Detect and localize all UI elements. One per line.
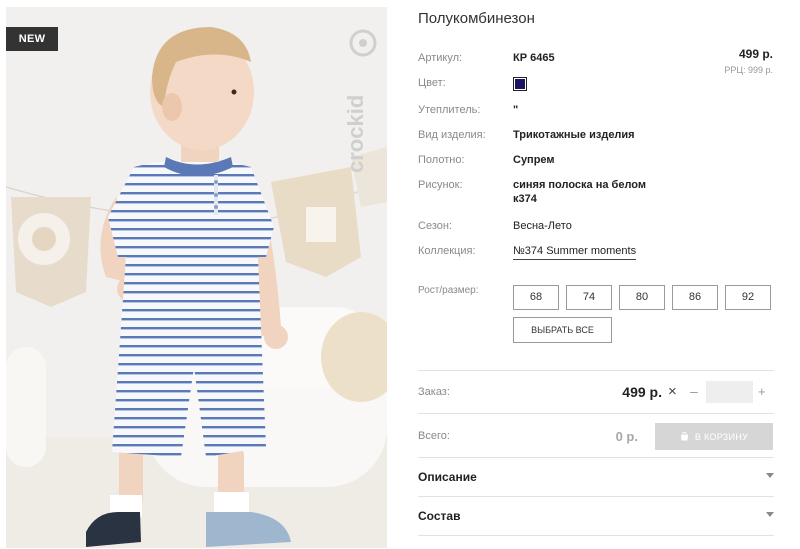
quantity-increase-button[interactable]: + [758, 384, 766, 399]
multiply-icon: × [668, 383, 677, 400]
insulation-label: Утеплитель: [418, 104, 481, 116]
recommended-retail-price: РРЦ: 999 р. [724, 65, 773, 75]
product-type-value: Трикотажные изделия [513, 129, 635, 141]
chevron-down-icon [766, 473, 774, 478]
new-badge: NEW [6, 27, 58, 51]
color-label: Цвет: [418, 77, 446, 89]
fabric-value: Супрем [513, 154, 555, 166]
order-price: 499 р. [622, 384, 662, 400]
pattern-value-line1: синяя полоска на белом [513, 179, 647, 191]
total-label: Всего: [418, 430, 450, 442]
divider [418, 535, 774, 536]
size-option-80[interactable]: 80 [619, 285, 665, 310]
select-all-sizes-button[interactable]: ВЫБРАТЬ ВСЕ [513, 317, 612, 343]
size-option-74[interactable]: 74 [566, 285, 612, 310]
swatch-fill [515, 79, 525, 89]
insulation-value: " [513, 104, 519, 116]
color-swatch-navy[interactable] [513, 77, 527, 91]
divider [418, 496, 774, 497]
child-romper-image [6, 7, 387, 548]
collection-link[interactable]: №374 Summer moments [513, 245, 637, 260]
divider [418, 370, 774, 371]
product-type-label: Вид изделия: [418, 129, 486, 141]
product-price: 499 р. [738, 47, 773, 61]
accordion-description-label: Описание [418, 470, 477, 484]
size-option-86[interactable]: 86 [672, 285, 718, 310]
chevron-down-icon [766, 512, 774, 517]
product-title: Полукомбинезон [418, 10, 535, 27]
shopping-bag-icon [680, 432, 688, 441]
accordion-composition[interactable]: Состав [418, 506, 774, 526]
svg-text:crockid: crockid [343, 95, 368, 173]
quantity-decrease-button[interactable]: – [690, 384, 698, 399]
crockid-logo: crockid [343, 29, 377, 173]
divider [418, 457, 774, 458]
article-value: КР 6465 [513, 52, 555, 64]
add-to-cart-button[interactable]: В КОРЗИНУ [655, 423, 773, 450]
order-label: Заказ: [418, 386, 450, 398]
size-label: Рост/размер: [418, 285, 479, 296]
accordion-composition-label: Состав [418, 509, 461, 523]
add-to-cart-label: В КОРЗИНУ [694, 431, 749, 442]
divider [418, 413, 774, 414]
total-value: 0 р. [615, 429, 638, 444]
fabric-label: Полотно: [418, 154, 465, 166]
season-label: Сезон: [418, 220, 452, 232]
collection-label: Коллекция: [418, 245, 476, 257]
article-label: Артикул: [418, 52, 463, 64]
size-option-68[interactable]: 68 [513, 285, 559, 310]
product-photo[interactable]: crockid [6, 7, 387, 548]
accordion-description[interactable]: Описание [418, 467, 774, 487]
pattern-value-line2: к374 [513, 193, 537, 205]
quantity-input[interactable] [706, 381, 753, 403]
season-value: Весна-Лето [513, 220, 572, 232]
size-option-92[interactable]: 92 [725, 285, 771, 310]
pattern-label: Рисунок: [418, 179, 463, 191]
